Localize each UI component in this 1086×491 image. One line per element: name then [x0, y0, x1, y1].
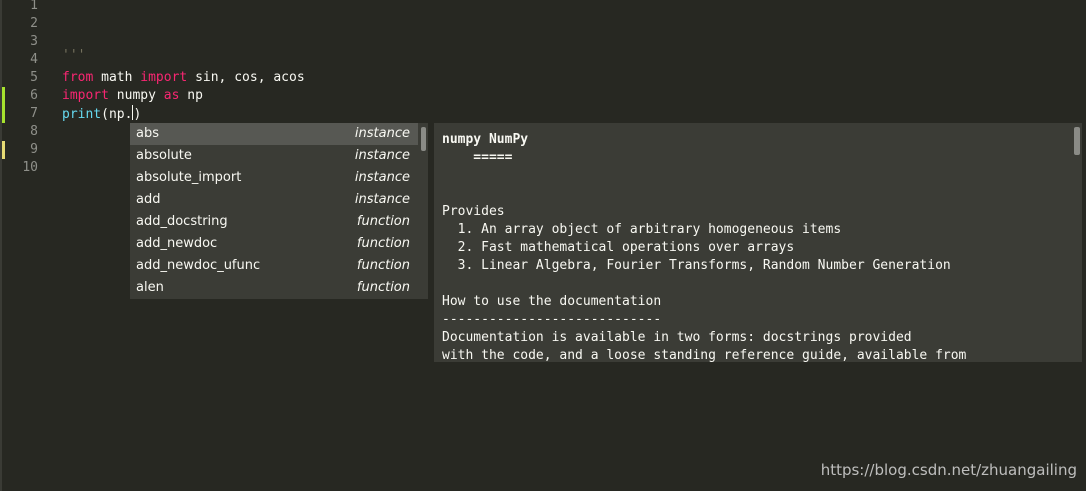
documentation-popup[interactable]: numpy NumPy ===== Provides 1. An array o… — [434, 123, 1082, 362]
documentation-scroll-thumb[interactable] — [1074, 127, 1080, 155]
doc-line: Provides — [442, 204, 505, 219]
autocomplete-item-name: add — [136, 192, 161, 207]
doc-line: with the code, and a loose standing refe… — [442, 348, 967, 362]
autocomplete-list[interactable]: abs instance absolute instance absolute_im… — [130, 123, 428, 299]
call-args: (np. — [101, 107, 133, 122]
autocomplete-item-kind: instance — [354, 170, 410, 185]
autocomplete-item-kind: function — [356, 236, 410, 251]
module-name: math — [93, 70, 141, 85]
doc-line: Documentation is available in two forms:… — [442, 330, 912, 345]
autocomplete-item-name: add_docstring — [136, 214, 228, 229]
line-number: 2 — [30, 16, 38, 31]
autocomplete-item[interactable]: alen function — [130, 277, 418, 299]
autocomplete-item-selected[interactable]: abs instance — [130, 123, 418, 145]
line-number: 5 — [30, 70, 38, 85]
doc-title-underline: ===== — [442, 150, 513, 165]
autocomplete-item[interactable]: absolute instance — [130, 145, 418, 167]
modified-line-marker — [2, 105, 5, 123]
function-print: print — [62, 107, 102, 122]
keyword-import: import — [62, 88, 109, 103]
line-number: 1 — [30, 0, 38, 13]
doc-line: 2. Fast mathematical operations over arr… — [442, 240, 795, 255]
watermark-text: https://blog.csdn.net/zhuangailing — [820, 461, 1077, 479]
keyword-from: from — [62, 70, 94, 85]
closing-paren: ) — [133, 107, 142, 122]
code-line-6: import numpy as np — [62, 87, 203, 105]
autocomplete-item[interactable]: add_newdoc_ufunc function — [130, 255, 418, 277]
autocomplete-item-name: alen — [136, 280, 164, 295]
module-name: numpy — [108, 88, 164, 103]
import-names: sin, cos, acos — [187, 70, 305, 85]
autocomplete-item[interactable]: add_newdoc function — [130, 233, 418, 255]
autocomplete-item-kind: instance — [354, 148, 410, 163]
line-number: 8 — [30, 124, 38, 139]
keyword-as: as — [163, 88, 180, 103]
autocomplete-item-kind: function — [356, 258, 410, 273]
autocomplete-item-kind: function — [356, 214, 410, 229]
autocomplete-item-kind: instance — [354, 192, 410, 207]
autocomplete-item[interactable]: add_docstring function — [130, 211, 418, 233]
code-line-5: from math import sin, cos, acos — [62, 69, 305, 87]
doc-line: ---------------------------- — [442, 312, 662, 327]
autocomplete-scroll-thumb[interactable] — [421, 127, 426, 151]
documentation-text: numpy NumPy ===== Provides 1. An array o… — [442, 131, 966, 362]
line-number: 9 — [30, 142, 38, 157]
autocomplete-item-name: absolute — [136, 148, 192, 163]
autocomplete-item[interactable]: add instance — [130, 189, 418, 211]
doc-title: numpy NumPy — [442, 132, 529, 147]
line-number: 4 — [30, 52, 38, 67]
autocomplete-item-name: add_newdoc — [136, 236, 218, 251]
documentation-scrollbar[interactable] — [1072, 123, 1082, 362]
line-number-gutter: 1 2 3 4 5 6 7 8 9 10 — [2, 0, 55, 491]
autocomplete-item[interactable]: absolute_import instance — [130, 167, 418, 189]
autocomplete-scrollbar[interactable] — [418, 123, 428, 299]
keyword-import: import — [140, 70, 188, 85]
doc-line: 3. Linear Algebra, Fourier Transforms, R… — [442, 258, 951, 273]
autocomplete-item-kind: function — [356, 280, 410, 295]
modified-line-marker — [2, 87, 5, 105]
doc-line: How to use the documentation — [442, 294, 662, 309]
line-number: 10 — [22, 160, 38, 175]
alias-name: np — [179, 88, 203, 103]
unsaved-line-marker — [2, 141, 5, 159]
line-number: 3 — [30, 34, 38, 49]
line-number: 7 — [30, 106, 38, 121]
autocomplete-item-name: add_newdoc_ufunc — [136, 258, 261, 273]
autocomplete-item-kind: instance — [354, 126, 410, 141]
line-number: 6 — [30, 88, 38, 103]
code-line-7: print(np.) — [62, 105, 141, 123]
doc-line: 1. An array object of arbitrary homogene… — [442, 222, 842, 237]
code-editor[interactable]: 1 2 3 4 5 6 7 8 9 10 ''' ''' from math i… — [0, 0, 1086, 491]
autocomplete-item-name: absolute_import — [136, 170, 242, 185]
autocomplete-item-name: abs — [136, 126, 159, 141]
code-line-4: ''' — [62, 48, 86, 63]
code-line-1: ''' — [62, 0, 86, 9]
